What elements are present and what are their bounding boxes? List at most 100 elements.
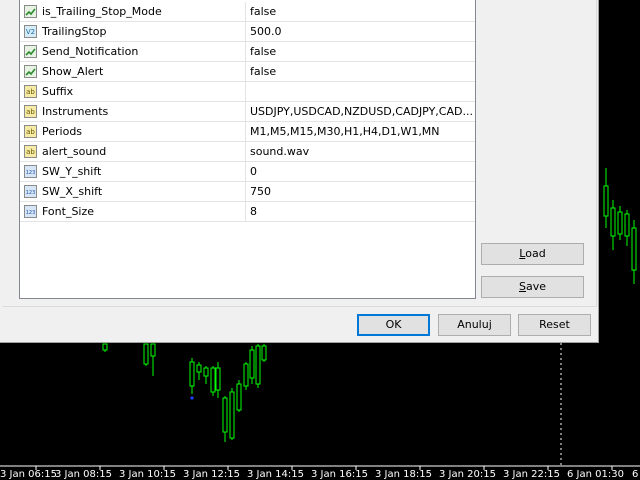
parameter-value[interactable]: false — [250, 62, 472, 81]
time-label: 3 Jan 22:15 — [503, 469, 560, 480]
bool-icon — [24, 65, 37, 78]
parameter-value[interactable]: 500.0 — [250, 22, 472, 41]
svg-text:123: 123 — [26, 190, 36, 196]
candle-body — [102, 343, 108, 351]
candle-body — [229, 391, 235, 439]
candle-body — [603, 185, 609, 217]
parameter-row[interactable]: ab Suffix — [20, 82, 475, 102]
svg-text:V2: V2 — [26, 28, 35, 36]
parameter-row[interactable]: ab Instruments USDJPY,USDCAD,NZDUSD,CADJPY… — [20, 102, 475, 122]
svg-text:ab: ab — [26, 108, 35, 116]
parameter-name: TrailingStop — [42, 25, 107, 38]
time-label: 3 Jan 20:15 — [439, 469, 496, 480]
parameter-name-cell: 123 SW_X_shift — [20, 182, 246, 201]
parameter-value[interactable]: 0 — [250, 162, 472, 181]
parameter-name-cell: Send_Notification — [20, 42, 246, 61]
inputs-tab-panel: is_Trailing_Stop_Mode false V2 TrailingStop… — [3, 0, 597, 307]
time-label: 3 Jan 12:15 — [183, 469, 240, 480]
load-button[interactable]: Load — [481, 243, 584, 265]
time-label: 3 Jan 14:15 — [247, 469, 304, 480]
parameter-name: Instruments — [42, 105, 109, 118]
ok-button[interactable]: OK — [357, 314, 430, 336]
save-button[interactable]: Save — [481, 276, 584, 298]
parameter-name: Show_Alert — [42, 65, 104, 78]
load-label: oad — [525, 247, 546, 260]
string-icon: ab — [24, 125, 37, 138]
parameter-value[interactable]: 750 — [250, 182, 472, 201]
parameters-grid[interactable]: is_Trailing_Stop_Mode false V2 TrailingStop… — [19, 0, 476, 299]
parameter-row[interactable]: is_Trailing_Stop_Mode false — [20, 2, 475, 22]
double-icon: V2 — [24, 25, 37, 38]
int-icon: 123 — [24, 185, 37, 198]
parameter-name: is_Trailing_Stop_Mode — [42, 5, 162, 18]
indicator-inputs-dialog: is_Trailing_Stop_Mode false V2 TrailingStop… — [0, 0, 599, 343]
parameter-name: Font_Size — [42, 205, 95, 218]
candle-body — [249, 349, 255, 379]
parameter-value[interactable]: 8 — [250, 202, 472, 221]
parameter-row[interactable]: ab Periods M1,M5,M15,M30,H1,H4,D1,W1,MN — [20, 122, 475, 142]
time-label: 6 — [632, 469, 639, 480]
parameter-name-cell: ab Suffix — [20, 82, 246, 101]
parameter-row[interactable]: ab alert_sound sound.wav — [20, 142, 475, 162]
candle-body — [624, 213, 630, 237]
parameter-value[interactable]: false — [250, 42, 472, 61]
parameter-row[interactable]: 123 SW_X_shift 750 — [20, 182, 475, 202]
parameter-name-cell: ab alert_sound — [20, 142, 246, 161]
time-label: 3 Jan 06:15 — [0, 469, 57, 480]
candle-body — [196, 364, 202, 373]
save-label: ave — [525, 280, 546, 293]
parameter-value[interactable]: M1,M5,M15,M30,H1,H4,D1,W1,MN — [250, 122, 472, 141]
signal-dot — [190, 396, 194, 400]
bool-icon — [24, 45, 37, 58]
parameter-name-cell: is_Trailing_Stop_Mode — [20, 2, 246, 21]
int-icon: 123 — [24, 165, 37, 178]
candle-body — [203, 367, 209, 377]
parameter-value[interactable]: USDJPY,USDCAD,NZDUSD,CADJPY,CAD... — [250, 102, 472, 121]
candle-body — [143, 343, 149, 365]
candle-body — [215, 367, 221, 391]
parameter-value[interactable]: sound.wav — [250, 142, 472, 161]
reset-button[interactable]: Reset — [518, 314, 591, 336]
parameter-name-cell: ab Periods — [20, 122, 246, 141]
parameter-name-cell: 123 SW_Y_shift — [20, 162, 246, 181]
time-label: 6 Jan 01:30 — [567, 469, 624, 480]
svg-text:ab: ab — [26, 128, 35, 136]
parameter-name: SW_Y_shift — [42, 165, 102, 178]
time-label: 3 Jan 10:15 — [119, 469, 176, 480]
time-label: 3 Jan 08:15 — [55, 469, 112, 480]
string-icon: ab — [24, 85, 37, 98]
candle-body — [150, 343, 156, 357]
parameter-name-cell: ab Instruments — [20, 102, 246, 121]
svg-text:ab: ab — [26, 88, 35, 96]
candle-body — [243, 363, 249, 387]
parameter-name: Send_Notification — [42, 45, 139, 58]
int-icon: 123 — [24, 205, 37, 218]
parameter-row[interactable]: Send_Notification false — [20, 42, 475, 62]
time-label: 3 Jan 16:15 — [311, 469, 368, 480]
svg-text:ab: ab — [26, 148, 35, 156]
svg-text:123: 123 — [26, 170, 36, 176]
parameter-row[interactable]: 123 Font_Size 8 — [20, 202, 475, 222]
candle-body — [222, 397, 228, 433]
time-label: 3 Jan 18:15 — [375, 469, 432, 480]
parameter-value[interactable] — [250, 82, 472, 101]
parameter-name-cell: V2 TrailingStop — [20, 22, 246, 41]
cancel-button[interactable]: Anuluj — [438, 314, 511, 336]
svg-text:123: 123 — [26, 210, 36, 216]
candle-body — [631, 227, 637, 271]
candle-body — [617, 211, 623, 235]
candle-body — [189, 361, 195, 387]
string-icon: ab — [24, 145, 37, 158]
parameter-name: SW_X_shift — [42, 185, 103, 198]
parameter-row[interactable]: V2 TrailingStop 500.0 — [20, 22, 475, 42]
parameter-row[interactable]: 123 SW_Y_shift 0 — [20, 162, 475, 182]
parameter-name-cell: Show_Alert — [20, 62, 246, 81]
parameter-value[interactable]: false — [250, 2, 472, 21]
candle-body — [210, 367, 216, 393]
candle-body — [610, 207, 616, 237]
string-icon: ab — [24, 105, 37, 118]
parameter-name: Suffix — [42, 85, 74, 98]
save-label-mnemonic: S — [518, 280, 526, 293]
bool-icon — [24, 5, 37, 18]
parameter-row[interactable]: Show_Alert false — [20, 62, 475, 82]
